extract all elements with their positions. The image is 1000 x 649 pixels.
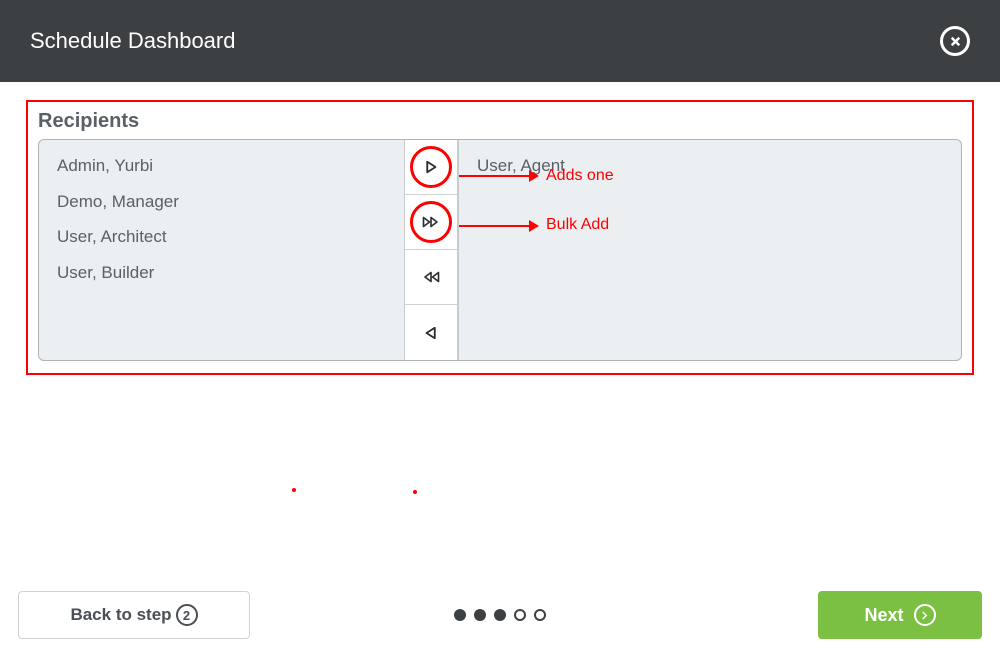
modal-title: Schedule Dashboard <box>30 28 235 54</box>
progress-dot <box>474 609 486 621</box>
transfer-controls <box>404 140 458 360</box>
annotation-dot <box>292 488 296 492</box>
progress-dot <box>534 609 546 621</box>
next-button[interactable]: Next <box>818 591 982 639</box>
modal-header: Schedule Dashboard <box>0 0 1000 82</box>
recipients-section: Recipients Admin, Yurbi Demo, Manager Us… <box>26 100 974 375</box>
recipients-label: Recipients <box>38 110 962 133</box>
remove-one-button[interactable] <box>405 305 457 360</box>
progress-dot <box>494 609 506 621</box>
back-button-label: Back to step <box>70 605 171 625</box>
progress-dot <box>454 609 466 621</box>
progress-dot <box>514 609 526 621</box>
play-right-icon <box>422 158 440 176</box>
double-play-left-icon <box>422 268 440 286</box>
available-list[interactable]: Admin, Yurbi Demo, Manager User, Archite… <box>39 140 404 360</box>
back-button[interactable]: Back to step 2 <box>18 591 250 639</box>
close-button[interactable] <box>940 26 970 56</box>
next-button-label: Next <box>864 605 903 626</box>
remove-all-button[interactable] <box>405 250 457 305</box>
close-icon <box>948 34 963 49</box>
annotation-dot <box>413 490 417 494</box>
list-item[interactable]: Admin, Yurbi <box>53 148 390 184</box>
double-play-right-icon <box>422 213 440 231</box>
selected-list[interactable]: User, Agent <box>458 140 961 360</box>
add-all-button[interactable] <box>405 195 457 250</box>
play-left-icon <box>422 324 440 342</box>
list-item[interactable]: User, Builder <box>53 255 390 291</box>
list-item[interactable]: User, Architect <box>53 219 390 255</box>
list-item[interactable]: User, Agent <box>473 148 947 184</box>
arrow-right-circle-icon <box>914 604 936 626</box>
list-item[interactable]: Demo, Manager <box>53 184 390 220</box>
add-one-button[interactable] <box>405 140 457 195</box>
dual-list-box: Admin, Yurbi Demo, Manager User, Archite… <box>38 139 962 361</box>
step-number-badge: 2 <box>176 604 198 626</box>
progress-indicator <box>454 609 546 621</box>
modal-footer: Back to step 2 Next <box>0 591 1000 639</box>
